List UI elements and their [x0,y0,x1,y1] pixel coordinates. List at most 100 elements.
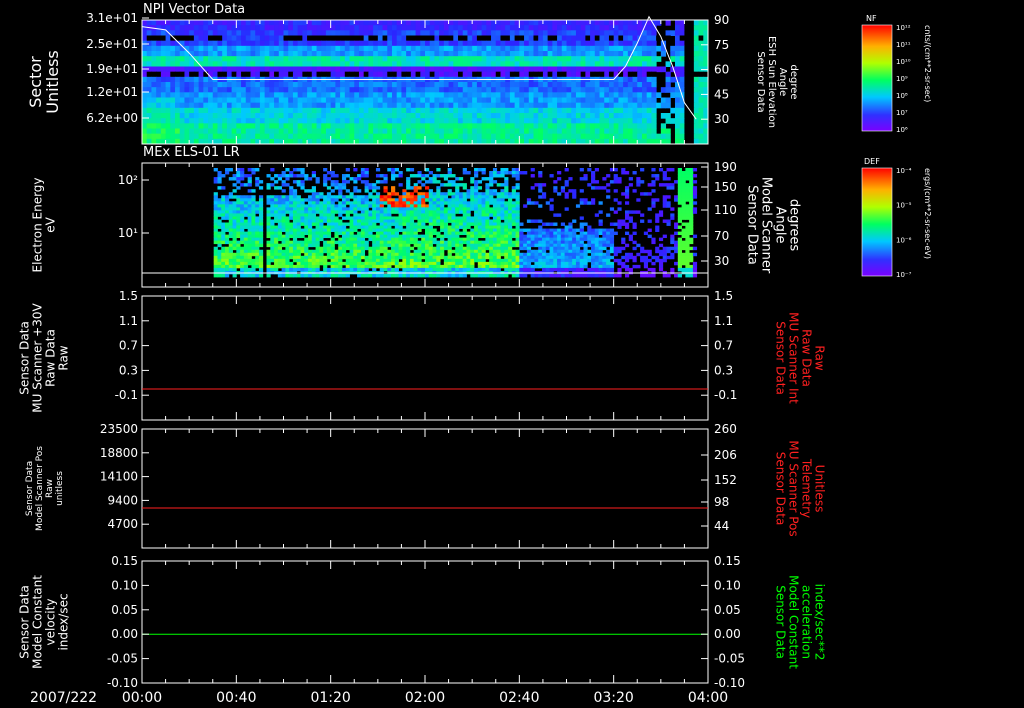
npi-cell [382,35,388,42]
els-cell [345,201,350,205]
els-cell [236,204,241,208]
npi-cell [278,87,284,93]
els-cell [353,243,358,248]
npi-cell [575,71,582,78]
els-cell [387,213,392,217]
els-cell [387,249,392,254]
npi-cell [533,118,539,124]
npi-cell [698,45,704,52]
npi-cell [641,51,648,57]
npi-cell [354,35,360,42]
npi-cell [627,30,634,36]
els-cell [270,249,275,254]
npi-cell [632,92,638,98]
npi-cell [547,45,553,52]
els-cell [462,186,467,190]
npi-cell [396,123,402,129]
npi-cell [250,118,256,124]
npi-cell [396,30,402,36]
npi-cell [217,25,223,31]
els-cell [368,225,373,229]
npi-cell [325,92,332,98]
els-cell [485,225,490,229]
npi-cell [674,113,681,119]
npi-cell [425,51,431,57]
els-cell [451,273,456,278]
els-cell [292,180,298,184]
els-cell [455,243,460,248]
npi-cell [467,56,473,62]
npi-cell [283,61,289,67]
npi-cell [613,118,619,124]
npi-cell [354,66,360,73]
npi-cell [491,97,497,104]
npi-cell [377,123,384,129]
npi-cell [170,71,176,78]
els-cell [470,234,475,239]
npi-cell [674,30,681,36]
els-cell [481,243,486,248]
npi-cell [387,102,393,109]
npi-cell [165,87,171,93]
npi-cell [373,25,379,31]
els-cell [394,168,399,172]
els-cell [330,183,335,187]
npi-cell [349,87,355,93]
npi-cell [613,76,619,83]
npi-cell [514,128,520,135]
npi-cell [250,56,256,62]
els-cell [372,207,377,211]
els-cell [489,177,494,181]
npi-cell [533,87,539,93]
els-cell [334,183,339,187]
els-cell [372,234,377,239]
els-cell [217,237,222,242]
els-cell [402,204,407,208]
npi-cell [684,97,690,104]
els-cell [274,231,279,236]
npi-y-tick-label: 1.2e+01 [86,85,138,99]
npi-cell [684,82,690,88]
els-cell [417,228,422,232]
npi-cell [226,71,233,78]
npi-cell [335,123,341,129]
els-cell [398,195,403,199]
els-cell [221,261,226,266]
npi-cell [335,92,341,98]
els-cell [308,198,313,202]
npi-cell [222,133,228,140]
els-cell [304,204,309,208]
els-cell [315,240,320,245]
npi-cell [307,128,313,135]
npi-cell [255,51,261,57]
npi-cell [184,92,190,98]
npi-cell [382,133,388,140]
npi-cell [491,40,497,47]
npi-cell [373,118,379,124]
els-cell [285,249,290,254]
npi-cell [561,61,567,67]
els-cell [368,183,373,187]
npi-cell [283,30,289,36]
els-cell [217,177,222,181]
npi-cell [146,51,152,57]
npi-cell [528,118,534,124]
els-cell [353,216,358,220]
els-cell [432,219,437,223]
npi-cell [387,107,393,114]
npi-cell [505,66,511,73]
els-cell [228,216,233,220]
npi-cell [571,107,577,114]
npi-cell [580,107,586,114]
npi-cell [481,20,487,26]
npi-cell [651,102,657,109]
els-cell [315,255,320,260]
npi-cell [165,76,171,83]
els-cell [481,195,486,199]
els-cell [481,255,486,260]
npi-cell [689,25,695,31]
els-cell [315,195,320,199]
els-cell [304,174,309,178]
npi-cell [236,82,242,88]
els-cell [323,168,328,172]
